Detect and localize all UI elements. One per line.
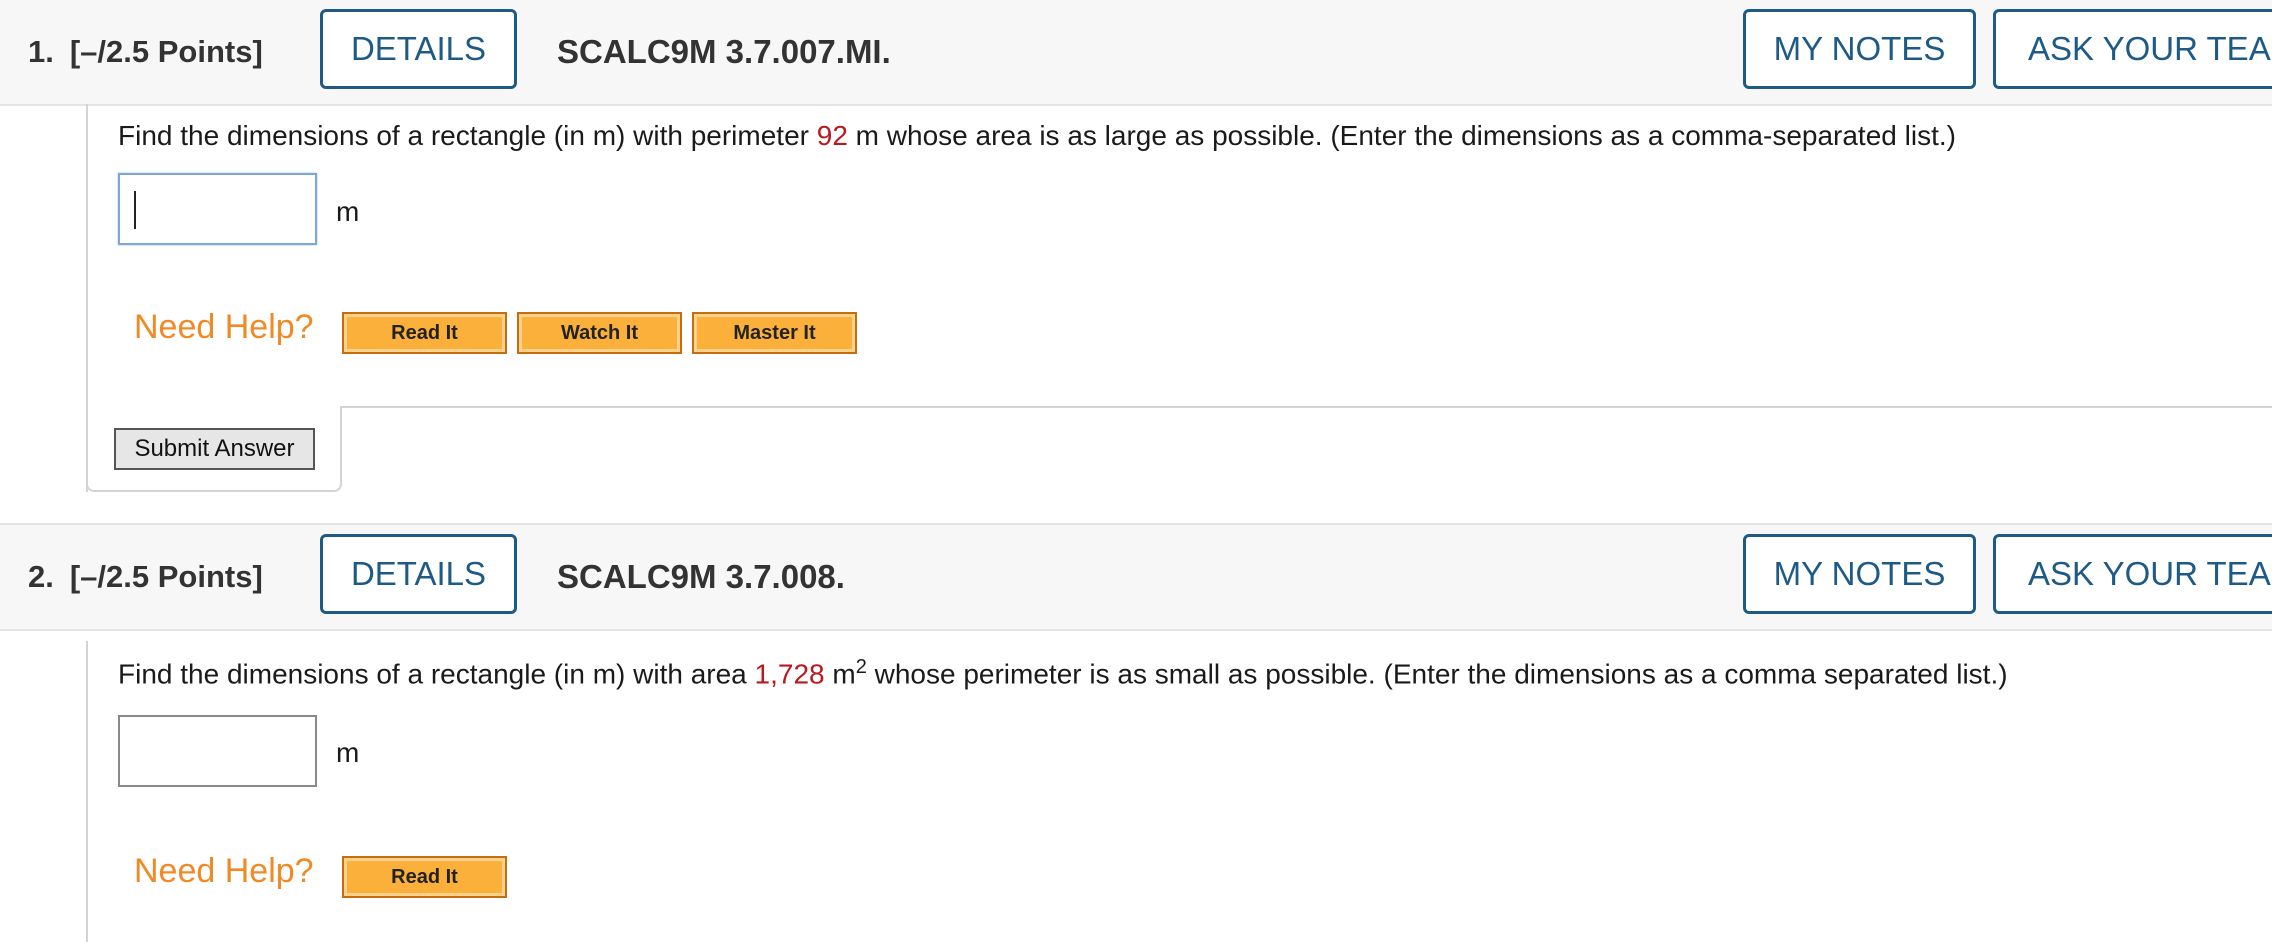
- question-code: SCALC9M 3.7.008.: [557, 558, 845, 595]
- prompt-text-after: whose perimeter is as small as possible.…: [866, 658, 2008, 690]
- submit-answer-button[interactable]: Submit Answer: [114, 428, 315, 470]
- my-notes-button[interactable]: MY NOTES: [1743, 9, 1976, 89]
- read-it-button[interactable]: Read It: [342, 312, 507, 354]
- watch-it-button[interactable]: Watch It: [517, 312, 682, 354]
- question-number: 2.: [28, 559, 54, 594]
- points-label: [–/2.5 Points]: [69, 34, 263, 69]
- prompt-value: 1,728: [754, 658, 825, 690]
- answer-unit: m: [336, 737, 360, 768]
- prompt-exponent: 2: [855, 656, 867, 678]
- question-prompt: Find the dimensions of a rectangle (in m…: [118, 120, 1956, 152]
- question-1-points: 1. [–/2.5 Points]: [28, 0, 263, 104]
- points-label: [–/2.5 Points]: [69, 559, 263, 594]
- my-notes-button[interactable]: MY NOTES: [1743, 534, 1976, 614]
- question-2-points: 2. [–/2.5 Points]: [28, 525, 263, 629]
- ask-your-teacher-button[interactable]: ASK YOUR TEAC: [1993, 534, 2272, 614]
- text-caret: [134, 191, 136, 229]
- prompt-unit: m: [824, 658, 856, 690]
- assignment-page: 1. [–/2.5 Points] DETAILS SCALC9M 3.7.00…: [0, 0, 2272, 942]
- details-button[interactable]: DETAILS: [320, 534, 517, 614]
- answer-unit: m: [336, 196, 360, 227]
- ask-your-teacher-button[interactable]: ASK YOUR TEAC: [1993, 9, 2272, 89]
- question-2-header: 2. [–/2.5 Points] DETAILS SCALC9M 3.7.00…: [0, 523, 2272, 631]
- read-it-button[interactable]: Read It: [342, 856, 507, 898]
- answer-input[interactable]: [118, 173, 317, 245]
- prompt-value: 92: [816, 120, 848, 151]
- need-help-label: Need Help?: [134, 852, 314, 890]
- details-button[interactable]: DETAILS: [320, 9, 517, 89]
- question-prompt: Find the dimensions of a rectangle (in m…: [118, 656, 2008, 690]
- question-1-body: Find the dimensions of a rectangle (in m…: [86, 104, 2272, 492]
- submit-wrapper: Submit Answer: [86, 406, 342, 492]
- question-code: SCALC9M 3.7.007.MI.: [557, 33, 891, 70]
- prompt-text-after: m whose area is as large as possible. (E…: [847, 120, 1956, 151]
- prompt-text-before: Find the dimensions of a rectangle (in m…: [118, 658, 755, 690]
- question-2-body: Find the dimensions of a rectangle (in m…: [86, 641, 2272, 942]
- question-number: 1.: [28, 34, 54, 69]
- submit-area: Submit Answer: [86, 406, 2272, 494]
- prompt-text-before: Find the dimensions of a rectangle (in m…: [118, 120, 817, 151]
- question-1-header: 1. [–/2.5 Points] DETAILS SCALC9M 3.7.00…: [0, 0, 2272, 106]
- master-it-button[interactable]: Master It: [692, 312, 857, 354]
- answer-input[interactable]: [118, 715, 317, 787]
- need-help-label: Need Help?: [134, 308, 314, 346]
